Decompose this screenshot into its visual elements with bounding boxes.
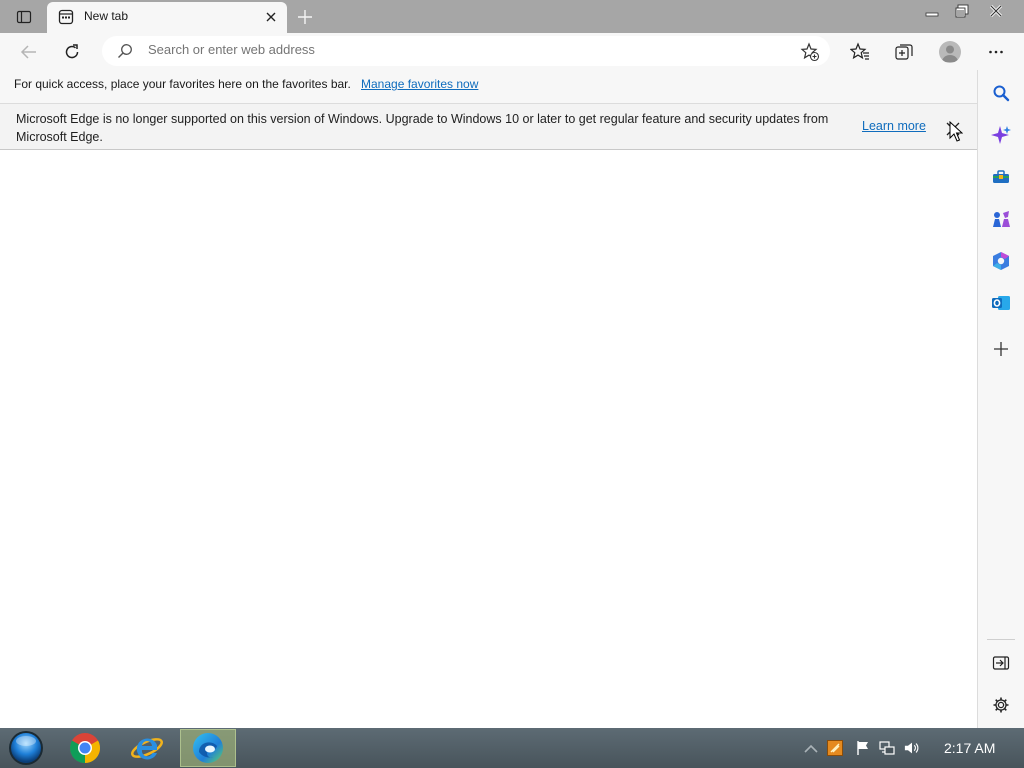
tray-app-icon[interactable]	[827, 740, 843, 756]
start-button[interactable]	[6, 729, 46, 767]
tab-actions-menu-button[interactable]	[10, 7, 38, 27]
sidebar-outlook-button[interactable]	[989, 291, 1013, 315]
new-tab-button[interactable]	[293, 5, 317, 29]
refresh-button[interactable]	[57, 37, 87, 67]
office-icon	[993, 252, 1009, 270]
gear-icon	[993, 697, 1009, 713]
settings-and-more-button[interactable]	[981, 37, 1011, 67]
favorites-bar: For quick access, place your favorites h…	[0, 70, 978, 103]
page-content	[0, 150, 977, 728]
favorites-button[interactable]	[845, 37, 875, 67]
network-icon-glyph	[879, 741, 895, 755]
back-button[interactable]	[14, 37, 44, 67]
infobar-message: Microsoft Edge is no longer supported on…	[16, 112, 829, 144]
sidebar-office-button[interactable]	[989, 249, 1013, 273]
tab-new-tab[interactable]: New tab	[47, 2, 287, 33]
address-bar[interactable]	[102, 36, 830, 66]
taskbar-clock[interactable]: 2:17 AM	[944, 740, 995, 756]
sidebar-search-button[interactable]	[989, 81, 1013, 105]
manage-favorites-link[interactable]: Manage favorites now	[361, 77, 478, 91]
hide-sidebar-button[interactable]	[989, 651, 1013, 675]
outlook-icon	[992, 296, 1010, 310]
chevron-up-icon	[804, 744, 818, 753]
minimize-icon	[925, 12, 939, 17]
speaker-icon	[904, 742, 919, 754]
tab-actions-icon	[16, 10, 32, 24]
profile-avatar[interactable]	[939, 41, 961, 63]
edge-sidebar	[977, 70, 1024, 728]
title-bar: New tab	[0, 0, 1024, 33]
tab-close-button[interactable]	[263, 9, 279, 25]
close-window-button[interactable]	[981, 0, 1011, 22]
sidebar-settings-button[interactable]	[989, 693, 1013, 717]
favorites-bar-message: For quick access, place your favorites h…	[14, 77, 351, 91]
new-tab-page-icon	[58, 9, 74, 25]
taskbar-chrome[interactable]	[57, 729, 113, 767]
back-arrow-icon	[20, 45, 36, 59]
action-center-icon[interactable]	[855, 740, 871, 756]
close-icon	[266, 12, 276, 22]
add-icon	[994, 342, 1008, 356]
warning-app-icon	[827, 740, 843, 756]
address-input[interactable]	[148, 42, 768, 57]
games-icon	[993, 211, 1010, 227]
search-icon	[993, 85, 1010, 102]
sidebar-copilot-button[interactable]	[989, 123, 1013, 147]
copilot-icon	[991, 126, 1011, 144]
show-hidden-icons-button[interactable]	[803, 740, 819, 756]
refresh-icon	[65, 44, 79, 59]
collections-button[interactable]	[889, 37, 919, 67]
sidebar-tools-button[interactable]	[989, 165, 1013, 189]
learn-more-link[interactable]: Learn more	[862, 119, 926, 133]
tab-title: New tab	[84, 9, 129, 23]
sidebar-divider	[987, 639, 1015, 640]
minimize-button[interactable]	[917, 0, 947, 22]
maximize-button[interactable]	[947, 0, 977, 22]
add-favorite-icon[interactable]	[800, 42, 820, 62]
taskbar-edge[interactable]	[180, 729, 236, 767]
edge-icon	[193, 733, 223, 763]
taskbar-internet-explorer[interactable]	[119, 729, 175, 767]
restore-icon	[955, 4, 969, 18]
network-icon[interactable]	[879, 740, 895, 756]
volume-icon[interactable]	[904, 740, 920, 756]
profile-icon	[942, 45, 958, 62]
favorites-icon	[850, 42, 869, 60]
mouse-cursor-icon	[949, 121, 963, 142]
sidebar-add-button[interactable]	[989, 337, 1013, 361]
plus-icon	[298, 10, 312, 24]
hide-sidebar-icon	[992, 656, 1010, 670]
taskbar: 2:17 AM	[0, 728, 1024, 768]
internet-explorer-icon	[131, 738, 163, 760]
sidebar-games-button[interactable]	[989, 207, 1013, 231]
tools-icon	[993, 170, 1009, 183]
flag-icon	[857, 741, 868, 755]
windows-orb-icon	[9, 731, 43, 765]
more-icon	[989, 50, 1003, 54]
search-icon	[118, 44, 132, 58]
chrome-icon	[69, 733, 101, 764]
close-icon	[989, 4, 1003, 18]
collections-icon	[895, 44, 913, 60]
unsupported-os-infobar: Microsoft Edge is no longer supported on…	[0, 103, 978, 150]
toolbar	[0, 33, 1024, 70]
